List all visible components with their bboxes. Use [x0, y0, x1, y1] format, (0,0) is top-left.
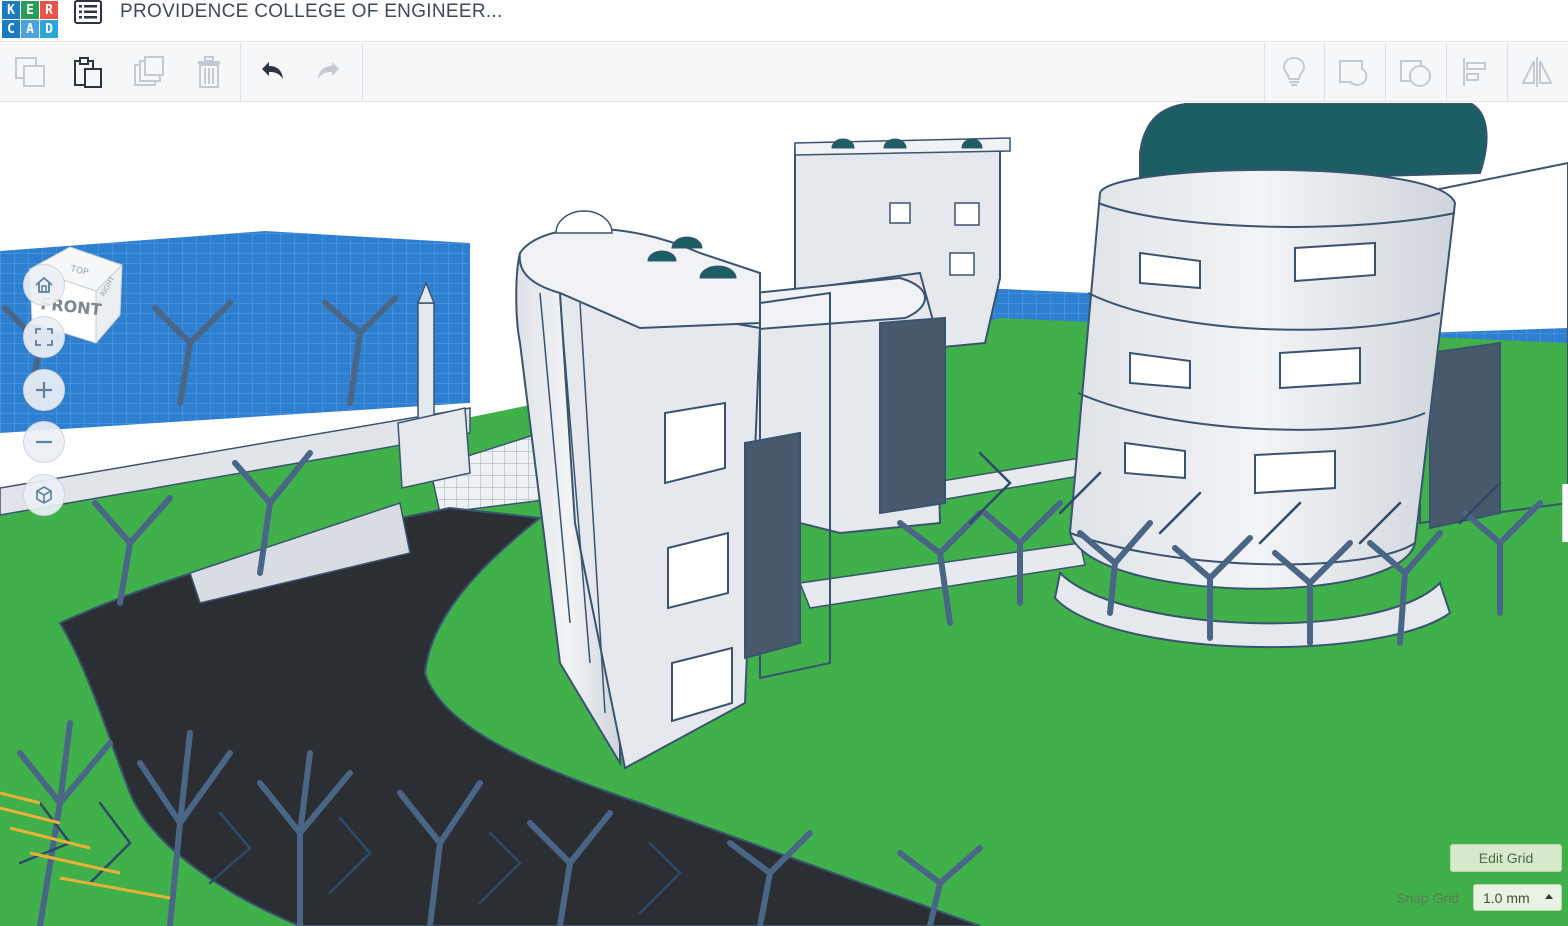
toolbar-separator: [240, 43, 241, 102]
edit-toolbar: [0, 43, 1568, 102]
logo-letter: R: [40, 1, 58, 19]
design-list-icon[interactable]: [74, 0, 102, 26]
tinkercad-logo[interactable]: K E R C A D: [0, 0, 58, 40]
redo-button[interactable]: [301, 43, 359, 101]
zoom-out-button[interactable]: [23, 421, 65, 463]
fit-all-button[interactable]: [23, 316, 65, 358]
logo-letter: D: [40, 20, 58, 38]
edit-grid-button[interactable]: Edit Grid: [1450, 844, 1562, 872]
tinkercad-editor: K E R C A D PROVIDENCE COLLEGE OF ENGINE…: [0, 0, 1568, 926]
snap-grid-value: 1.0 mm: [1483, 889, 1530, 906]
logo-letter: K: [2, 1, 20, 19]
design-title[interactable]: PROVIDENCE COLLEGE OF ENGINEER...: [120, 0, 503, 24]
undo-icon: [262, 62, 283, 79]
toggle-visible-button[interactable]: [1265, 43, 1323, 101]
3d-scene: [0, 103, 1568, 926]
side-panel-handle[interactable]: [1562, 484, 1568, 542]
logo-letter: A: [21, 20, 39, 38]
tower-dome-small: [555, 210, 613, 234]
paste-button[interactable]: [59, 43, 117, 101]
workplane-viewport[interactable]: TOP FRONT RIGHT: [0, 103, 1568, 926]
home-icon: [35, 276, 53, 293]
lightbulb-icon: [1282, 56, 1306, 86]
align-icon: [1463, 58, 1486, 86]
toolbar-separator: [362, 43, 363, 102]
projection-toggle-button[interactable]: [23, 474, 65, 516]
duplicate-icon: [134, 56, 164, 86]
snap-grid-select[interactable]: 1.0 mm: [1473, 884, 1562, 911]
mirror-button[interactable]: [1508, 43, 1566, 101]
title-bar: K E R C A D PROVIDENCE COLLEGE OF ENGINE…: [0, 0, 1568, 42]
minaret: [417, 302, 435, 424]
front-tower-windows: [664, 401, 733, 723]
mirror-icon: [1521, 57, 1553, 87]
duplicate-button[interactable]: [120, 43, 178, 101]
align-button[interactable]: [1447, 43, 1505, 101]
copy-icon: [15, 57, 45, 87]
paste-icon: [74, 57, 102, 88]
delete-button[interactable]: [180, 43, 238, 101]
group-icon: [1339, 60, 1368, 86]
caret-up-icon: [1545, 894, 1553, 899]
plus-icon: [36, 382, 52, 398]
minus-icon: [36, 440, 52, 444]
copy-button[interactable]: [1, 43, 59, 101]
zoom-in-button[interactable]: [23, 369, 65, 411]
redo-icon: [318, 62, 339, 79]
logo-letter: C: [2, 20, 20, 38]
fit-view-icon: [35, 328, 53, 346]
cylinder-tower: [1068, 168, 1457, 590]
gate-structure: [397, 407, 471, 489]
snap-grid-label: Snap Grid: [1396, 890, 1460, 906]
home-view-button[interactable]: [23, 264, 65, 306]
trash-icon: [198, 56, 220, 88]
undo-button[interactable]: [242, 43, 300, 101]
logo-letter: E: [21, 1, 39, 19]
cube-icon: [36, 486, 52, 504]
ungroup-icon: [1400, 60, 1431, 87]
ungroup-button[interactable]: [1386, 43, 1444, 101]
group-button[interactable]: [1325, 43, 1383, 101]
